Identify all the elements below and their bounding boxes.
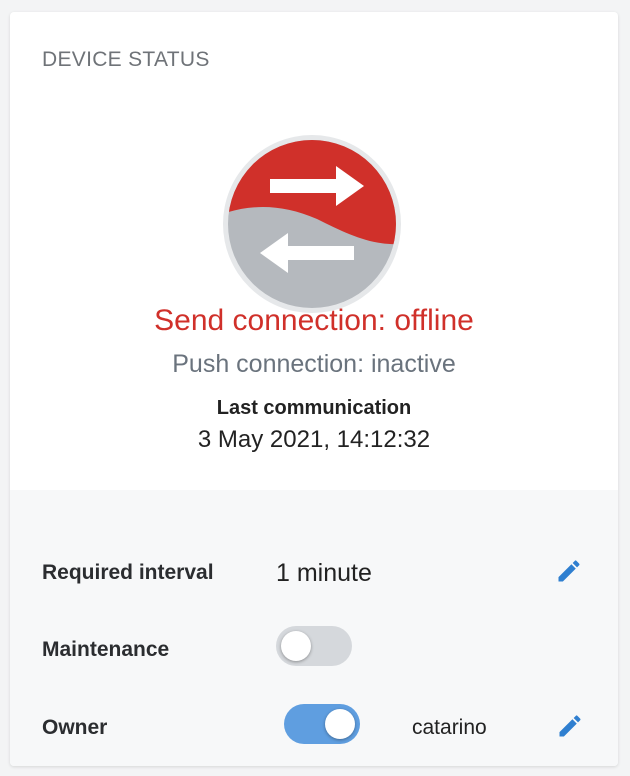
owner-toggle[interactable] [284,704,360,744]
settings-section: Required interval 1 minute Maintenance O… [10,490,618,766]
edit-required-interval-button[interactable] [555,557,583,585]
edit-owner-button[interactable] [556,712,584,740]
maintenance-label: Maintenance [42,638,170,661]
send-connection-status: Send connection: offline [154,304,474,337]
owner-value: catarino [412,716,487,739]
required-interval-value: 1 minute [276,559,372,587]
push-connection-status: Push connection: inactive [172,350,456,378]
pencil-icon [558,560,580,582]
device-status-card: DEVICE STATUS Send connection: offline P… [10,12,618,766]
toggle-knob [281,631,311,661]
toggle-knob [325,709,355,739]
required-interval-label: Required interval [42,561,214,584]
last-communication-value: 3 May 2021, 14:12:32 [197,426,431,453]
maintenance-toggle[interactable] [276,626,352,666]
pencil-icon [559,715,581,737]
card-title: DEVICE STATUS [42,48,210,71]
last-communication-label: Last communication [216,397,412,419]
connection-status-icon [223,135,401,313]
owner-label: Owner [42,716,108,739]
